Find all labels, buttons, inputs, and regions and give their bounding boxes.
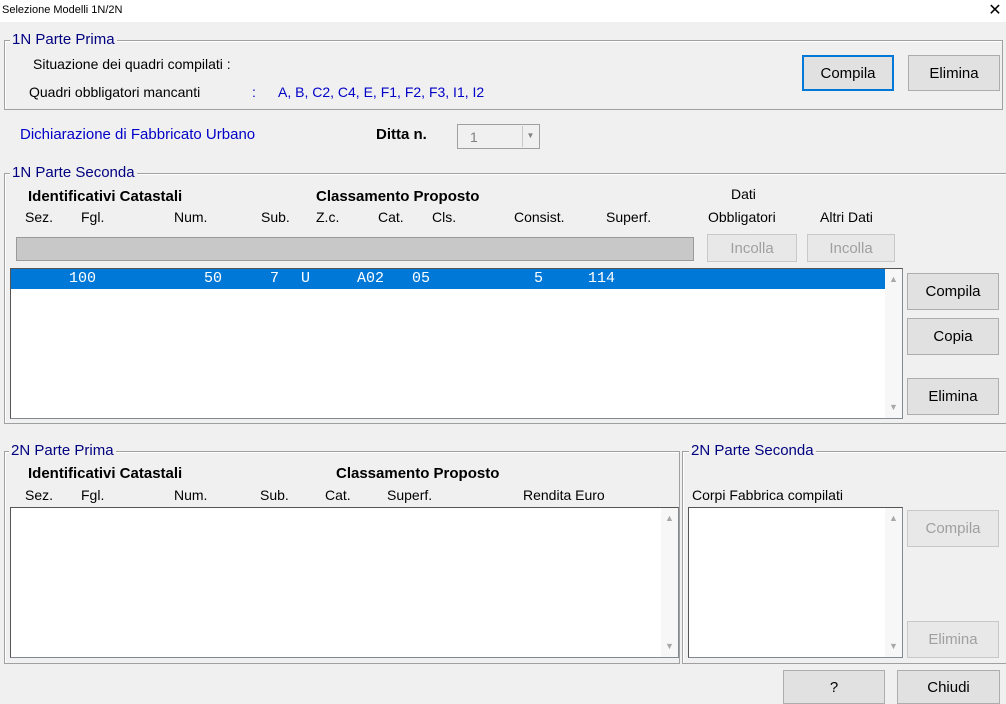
col-sez: Sez.: [25, 209, 54, 225]
compila-1n-prima-button[interactable]: Compila: [802, 55, 894, 91]
ident-catastali-header: Identificativi Catastali: [28, 188, 183, 205]
close-icon[interactable]: ✕: [986, 1, 1004, 21]
classamento-2n-header: Classamento Proposto: [336, 465, 500, 482]
incolla-altri-button[interactable]: Incolla: [807, 234, 895, 262]
dati-header: Dati: [731, 186, 756, 202]
col-sub: Sub.: [261, 209, 290, 225]
scroll-up-icon[interactable]: ▲: [885, 510, 902, 527]
corpi-fabbrica-label: Corpi Fabbrica compilati: [692, 487, 843, 503]
cell-consist: 5: [534, 270, 544, 287]
scroll-down-icon[interactable]: ▼: [661, 638, 678, 655]
ditta-label: Ditta n.: [376, 126, 427, 143]
col2-sez: Sez.: [25, 487, 54, 503]
scroll-down-icon[interactable]: ▼: [885, 638, 902, 655]
col-cls: Cls.: [432, 209, 457, 225]
col-altri-dati: Altri Dati: [820, 209, 873, 225]
help-button[interactable]: ?: [783, 670, 885, 704]
col2-superf: Superf.: [387, 487, 433, 503]
legend-1n-parte-prima: 1N Parte Prima: [10, 31, 117, 48]
situazione-label: Situazione dei quadri compilati :: [33, 56, 231, 72]
window-title: Selezione Modelli 1N/2N: [2, 4, 123, 16]
copia-button[interactable]: Copia: [907, 318, 999, 355]
col-zc: Z.c.: [316, 209, 340, 225]
col-superf: Superf.: [606, 209, 652, 225]
title-bar: [0, 0, 1006, 22]
cell-fgl: 100: [69, 270, 97, 287]
corpi-fabbrica-list[interactable]: ▲ ▼: [688, 507, 903, 658]
classamento-header: Classamento Proposto: [316, 188, 480, 205]
column-header-bar: [16, 237, 694, 261]
elimina-2n-seconda-button[interactable]: Elimina: [907, 621, 999, 658]
ditta-value: 1: [470, 129, 478, 145]
cell-cat: A02: [357, 270, 385, 287]
mancanti-label: Quadri obbligatori mancanti: [29, 84, 201, 100]
ditta-select[interactable]: 1 ▼: [457, 124, 540, 149]
chevron-down-icon[interactable]: ▼: [522, 126, 538, 147]
col2-cat: Cat.: [325, 487, 351, 503]
corpi-scrollbar[interactable]: ▲ ▼: [885, 508, 902, 657]
col2-sub: Sub.: [260, 487, 289, 503]
col-cat: Cat.: [378, 209, 404, 225]
col2-fgl: Fgl.: [81, 487, 105, 503]
legend-1n-parte-seconda: 1N Parte Seconda: [10, 164, 137, 181]
mancanti-separator: :: [252, 84, 256, 100]
cell-sub: 7: [270, 270, 280, 287]
cell-superf: 114: [588, 270, 616, 287]
table-row[interactable]: 100 50 7 U A02 05 5 114: [11, 269, 885, 289]
col-fgl: Fgl.: [81, 209, 105, 225]
col-consist: Consist.: [514, 209, 565, 225]
list-scrollbar[interactable]: ▲ ▼: [885, 269, 902, 418]
scroll-up-icon[interactable]: ▲: [885, 271, 902, 288]
cell-zc: U: [301, 270, 311, 287]
compila-2n-seconda-button[interactable]: Compila: [907, 510, 999, 547]
compila-1n-seconda-button[interactable]: Compila: [907, 273, 999, 310]
col2-num: Num.: [174, 487, 208, 503]
fabbricato-title: Dichiarazione di Fabbricato Urbano: [20, 126, 256, 143]
mancanti-value: A, B, C2, C4, E, F1, F2, F3, I1, I2: [278, 84, 485, 100]
elimina-1n-prima-button[interactable]: Elimina: [908, 55, 1000, 91]
legend-2n-parte-prima: 2N Parte Prima: [9, 442, 116, 459]
models-2n-list[interactable]: ▲ ▼: [10, 507, 679, 658]
models-1n-list[interactable]: 100 50 7 U A02 05 5 114 ▲ ▼: [10, 268, 903, 419]
incolla-obbligatori-button[interactable]: Incolla: [707, 234, 797, 262]
cell-num: 50: [204, 270, 223, 287]
cell-cls: 05: [412, 270, 431, 287]
chiudi-button[interactable]: Chiudi: [897, 670, 1000, 704]
elimina-1n-seconda-button[interactable]: Elimina: [907, 378, 999, 415]
col-obbligatori: Obbligatori: [708, 209, 776, 225]
col-num: Num.: [174, 209, 208, 225]
scroll-up-icon[interactable]: ▲: [661, 510, 678, 527]
legend-2n-parte-seconda: 2N Parte Seconda: [689, 442, 816, 459]
ident-catastali-2n-header: Identificativi Catastali: [28, 465, 183, 482]
list-2n-scrollbar[interactable]: ▲ ▼: [661, 508, 678, 657]
col2-rendita: Rendita Euro: [523, 487, 605, 503]
scroll-down-icon[interactable]: ▼: [885, 399, 902, 416]
